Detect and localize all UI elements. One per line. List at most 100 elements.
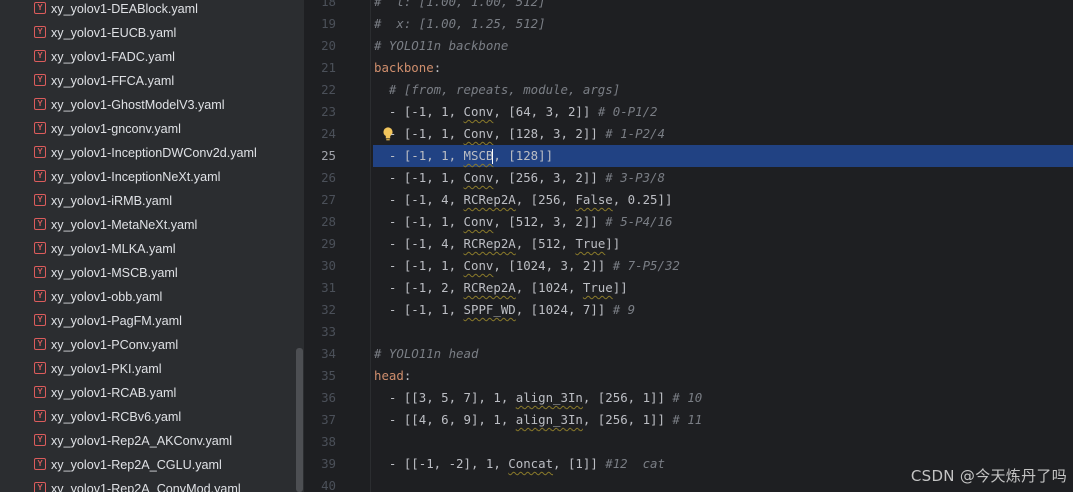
code-line[interactable]: 24 - [-1, 1, Conv, [128, 3, 2]] # 1-P2/4 [304, 123, 1073, 145]
code-line[interactable]: 38 [304, 431, 1073, 453]
code-comment: # 7-P5/32 [612, 258, 680, 273]
file-list: Yxy_yolov1-DEABlock.yaml Yxy_yolov1-EUCB.… [0, 0, 296, 492]
yaml-file-icon: Y [34, 290, 46, 302]
code-identifier: Conv [463, 170, 494, 185]
yaml-file-icon: Y [34, 74, 46, 86]
code-line[interactable]: 37 - [[4, 6, 9], 1, align_3In, [256, 1]]… [304, 409, 1073, 431]
file-name: xy_yolov1-FADC.yaml [51, 50, 175, 64]
file-item[interactable]: Yxy_yolov1-RCBv6.yaml [0, 405, 296, 429]
code-text: , [512, [515, 236, 576, 251]
file-item[interactable]: Yxy_yolov1-PKI.yaml [0, 357, 296, 381]
file-item[interactable]: Yxy_yolov1-DEABlock.yaml [0, 0, 296, 21]
code-line[interactable]: 19 # x: [1.00, 1.25, 512] [304, 13, 1073, 35]
code-comment: # 1-P2/4 [605, 126, 665, 141]
line-code: - [[4, 6, 9], 1, align_3In, [256, 1]] # … [374, 409, 702, 431]
line-code: # l: [1.00, 1.00, 512] [374, 0, 546, 13]
code-line[interactable]: 29 - [-1, 4, RCRep2A, [512, True]] [304, 233, 1073, 255]
file-item[interactable]: Yxy_yolov1-Rep2A_CGLU.yaml [0, 453, 296, 477]
ide-window: Yxy_yolov1-DEABlock.yaml Yxy_yolov1-EUCB.… [0, 0, 1073, 492]
file-name: xy_yolov1-PConv.yaml [51, 338, 179, 352]
yaml-file-icon: Y [34, 26, 46, 38]
yaml-file-icon: Y [34, 458, 46, 470]
code-line[interactable]: 20 # YOLO11n backbone [304, 35, 1073, 57]
code-line[interactable]: 21 backbone: [304, 57, 1073, 79]
line-number: 34 [321, 346, 336, 361]
code-line[interactable]: 33 [304, 321, 1073, 343]
file-item[interactable]: Yxy_yolov1-MSCB.yaml [0, 261, 296, 285]
code-line[interactable]: 31 - [-1, 2, RCRep2A, [1024, True]] [304, 277, 1073, 299]
code-identifier: RCRep2A [463, 236, 516, 251]
file-item[interactable]: Yxy_yolov1-PagFM.yaml [0, 309, 296, 333]
code-text: - [[3, 5, 7], 1, [374, 390, 516, 405]
code-line[interactable]: 35 head: [304, 365, 1073, 387]
line-number: 21 [321, 60, 336, 75]
yaml-file-icon: Y [34, 50, 46, 62]
yaml-file-icon: Y [34, 314, 46, 326]
file-item[interactable]: Yxy_yolov1-FADC.yaml [0, 45, 296, 69]
file-name: xy_yolov1-EUCB.yaml [51, 26, 177, 40]
file-item[interactable]: Yxy_yolov1-Rep2A_ConvMod.yaml [0, 477, 296, 492]
line-number: 30 [321, 258, 336, 273]
code-comment: # 5-P4/16 [605, 214, 673, 229]
file-item[interactable]: Yxy_yolov1-MetaNeXt.yaml [0, 213, 296, 237]
code-text: , [1024, [515, 280, 583, 295]
code-text: : [433, 60, 442, 75]
code-line[interactable]: 28 - [-1, 1, Conv, [512, 3, 2]] # 5-P4/1… [304, 211, 1073, 233]
yaml-file-icon: Y [34, 362, 46, 374]
code-text: , [256, [515, 192, 576, 207]
file-item[interactable]: Yxy_yolov1-EUCB.yaml [0, 21, 296, 45]
file-name: xy_yolov1-InceptionDWConv2d.yaml [51, 146, 257, 160]
file-name: xy_yolov1-DEABlock.yaml [51, 2, 198, 16]
yaml-file-icon: Y [34, 218, 46, 230]
line-code: - [-1, 1, Conv, [1024, 3, 2]] # 7-P5/32 [374, 255, 680, 277]
file-item[interactable]: Yxy_yolov1-GhostModelV3.yaml [0, 93, 296, 117]
code-line[interactable]: 32 - [-1, 1, SPPF_WD, [1024, 7]] # 9 [304, 299, 1073, 321]
line-number: 33 [321, 324, 336, 339]
code-text: - [-1, 1, [374, 126, 464, 141]
file-item[interactable]: Yxy_yolov1-gnconv.yaml [0, 117, 296, 141]
file-item[interactable]: Yxy_yolov1-RCAB.yaml [0, 381, 296, 405]
code-identifier: RCRep2A [463, 192, 516, 207]
line-number: 28 [321, 214, 336, 229]
file-item[interactable]: Yxy_yolov1-FFCA.yaml [0, 69, 296, 93]
file-item[interactable]: Yxy_yolov1-iRMB.yaml [0, 189, 296, 213]
line-code: - [-1, 1, SPPF_WD, [1024, 7]] # 9 [374, 299, 635, 321]
code-line[interactable]: 27 - [-1, 4, RCRep2A, [256, False, 0.25]… [304, 189, 1073, 211]
code-identifier: align_3In [515, 390, 583, 405]
line-code: - [-1, 1, Conv, [256, 3, 2]] # 3-P3/8 [374, 167, 665, 189]
code-comment: # YOLO11n head [374, 346, 479, 361]
line-number: 23 [321, 104, 336, 119]
file-item[interactable]: Yxy_yolov1-PConv.yaml [0, 333, 296, 357]
code-line[interactable]: 23 - [-1, 1, Conv, [64, 3, 2]] # 0-P1/2 [304, 101, 1073, 123]
code-identifier: RCRep2A [463, 280, 516, 295]
line-number: 32 [321, 302, 336, 317]
code-line[interactable]: 25 - [-1, 1, MSCB, [128]] [304, 145, 1073, 167]
yaml-file-icon: Y [34, 482, 46, 492]
code-line[interactable]: 26 - [-1, 1, Conv, [256, 3, 2]] # 3-P3/8 [304, 167, 1073, 189]
code-text: , [1024, 3, 2]] [493, 258, 613, 273]
code-line[interactable]: 34 # YOLO11n head [304, 343, 1073, 365]
code-line[interactable]: 30 - [-1, 1, Conv, [1024, 3, 2]] # 7-P5/… [304, 255, 1073, 277]
code-comment: # 3-P3/8 [605, 170, 665, 185]
file-item[interactable]: Yxy_yolov1-InceptionNeXt.yaml [0, 165, 296, 189]
file-item[interactable]: Yxy_yolov1-obb.yaml [0, 285, 296, 309]
code-text: - [-1, 1, [374, 170, 464, 185]
line-code: backbone: [374, 57, 441, 79]
line-code: - [-1, 1, Conv, [64, 3, 2]] # 0-P1/2 [374, 101, 658, 123]
sidebar-scrollbar[interactable] [296, 348, 303, 492]
line-code: # YOLO11n head [374, 343, 478, 365]
code-comment: # [from, repeats, module, args] [374, 82, 621, 97]
code-line[interactable]: 36 - [[3, 5, 7], 1, align_3In, [256, 1]]… [304, 387, 1073, 409]
file-item[interactable]: Yxy_yolov1-MLKA.yaml [0, 237, 296, 261]
line-number: 35 [321, 368, 336, 383]
code-comment: # 10 [672, 390, 703, 405]
line-code: - [-1, 1, MSCB, [128]] [374, 145, 553, 167]
code-editor[interactable]: 18 # l: [1.00, 1.00, 512] 19 # x: [1.00, 1.… [304, 0, 1073, 492]
file-item[interactable]: Yxy_yolov1-Rep2A_AKConv.yaml [0, 429, 296, 453]
line-number: 24 [321, 126, 336, 141]
code-line[interactable]: 22 # [from, repeats, module, args] [304, 79, 1073, 101]
code-text: - [-1, 4, [374, 192, 464, 207]
file-item[interactable]: Yxy_yolov1-InceptionDWConv2d.yaml [0, 141, 296, 165]
code-line[interactable]: 18 # l: [1.00, 1.00, 512] [304, 0, 1073, 13]
yaml-file-icon: Y [34, 338, 46, 350]
